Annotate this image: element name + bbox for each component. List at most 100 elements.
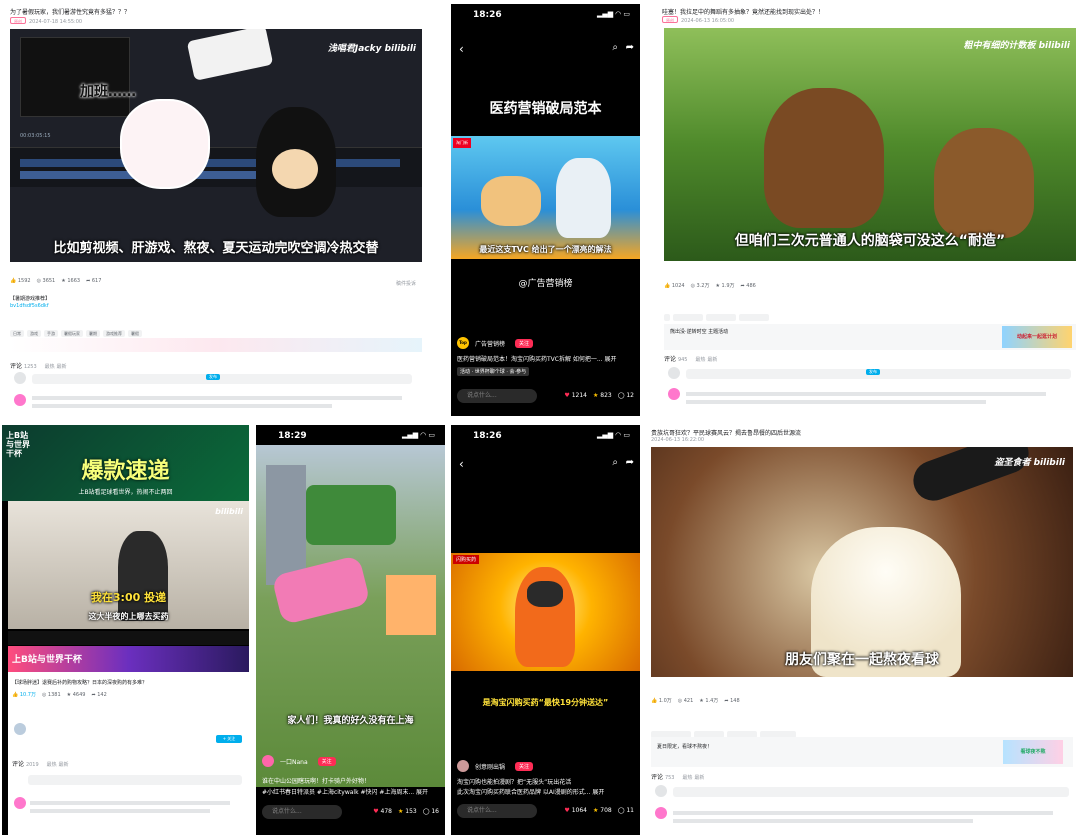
- send-button[interactable]: 发布: [206, 374, 220, 380]
- like-button[interactable]: ♥ 478: [373, 808, 392, 815]
- sort-hot[interactable]: 最热: [47, 762, 57, 768]
- comment-text: [686, 392, 1046, 396]
- comment-button[interactable]: ◯ 16: [423, 808, 439, 815]
- follow-button[interactable]: 关注: [515, 338, 534, 348]
- avatar: [668, 367, 680, 379]
- report-link[interactable]: 稿件投诉: [396, 280, 416, 287]
- tag[interactable]: 暑假玩家: [61, 330, 83, 337]
- back-icon[interactable]: ‹: [459, 42, 464, 56]
- commenter-avatar: [668, 388, 680, 400]
- tag[interactable]: 暑期: [86, 330, 100, 337]
- coin-button[interactable]: ◎ 3.2万: [691, 282, 710, 289]
- comment-input[interactable]: [673, 787, 1069, 797]
- back-icon[interactable]: ‹: [459, 457, 464, 471]
- uploader-avatar[interactable]: [14, 723, 26, 735]
- tag[interactable]: 暑假: [128, 330, 142, 337]
- video-frame[interactable]: 淘门新 最近这支TVC 给出了一个漂亮的解法: [451, 136, 640, 259]
- video-meta: 2024-06-13 16:22:00: [651, 437, 705, 443]
- tag[interactable]: 日常: [10, 330, 24, 337]
- tag[interactable]: 游戏: [27, 330, 41, 337]
- follow-button[interactable]: 关注: [515, 761, 534, 771]
- video-frame[interactable]: 闪购买药: [451, 553, 640, 671]
- bear-sticker: [120, 99, 210, 189]
- share-button[interactable]: ➦ 148: [724, 698, 739, 704]
- commenter-avatar: [655, 807, 667, 819]
- description-link[interactable]: bv1dfsdf5s6dkf: [10, 303, 49, 309]
- share-button[interactable]: ➦ 486: [741, 283, 756, 289]
- comment-input[interactable]: [28, 775, 242, 785]
- sort-new[interactable]: 最新: [57, 364, 67, 370]
- coin-button[interactable]: ◎ 3651: [37, 278, 56, 284]
- commenter-avatar: [14, 797, 26, 809]
- action-bar: 👍 10.7万 ◎ 1381 ★ 4649 ➦ 142: [12, 691, 107, 699]
- bear-character: [764, 88, 884, 228]
- favorite-button[interactable]: ★ 1.4万: [699, 697, 718, 704]
- comment-button[interactable]: ◯ 12: [618, 392, 634, 399]
- comment-input[interactable]: [32, 374, 412, 384]
- sort-new[interactable]: 最新: [694, 775, 704, 781]
- video-player[interactable]: 粗中有细的计数板 bilibili 但咱们三次元普通人的脑袋可没这么“耐造”: [664, 28, 1076, 261]
- coin-button[interactable]: ◎ 1381: [42, 692, 61, 698]
- event-strip[interactable]: 上B站与世界干杯: [8, 646, 249, 672]
- follow-button[interactable]: 关注: [317, 756, 336, 766]
- comment-input[interactable]: 说点什么...: [457, 804, 537, 818]
- share-button[interactable]: ➦ 617: [86, 278, 101, 284]
- action-bar: 👍 1.0万 ◎ 421 ★ 1.4万 ➦ 148: [651, 697, 740, 705]
- follow-button[interactable]: + 关注: [216, 735, 242, 743]
- sort-new[interactable]: 最新: [59, 762, 69, 768]
- like-button[interactable]: ♥ 1064: [564, 807, 587, 814]
- panel-xiaohongshu-phone: 18:29 ▂▄▆ ◠ ▭ 家人们！我真的好久没有在上海 一口Nana 关注 谁在…: [256, 425, 445, 835]
- comment-input[interactable]: 说点什么...: [457, 389, 537, 403]
- author-name[interactable]: 广告营销榜: [475, 339, 505, 348]
- tag[interactable]: [664, 314, 670, 321]
- tag[interactable]: [739, 314, 769, 321]
- ad-strip[interactable]: [10, 338, 422, 352]
- star-button[interactable]: ★ 823: [593, 392, 612, 399]
- star-button[interactable]: ★ 708: [593, 807, 612, 814]
- video-frame[interactable]: 家人们！我真的好久没有在上海: [256, 445, 445, 787]
- danmaku-bar[interactable]: [8, 631, 249, 645]
- like-button[interactable]: 👍 10.7万: [12, 691, 36, 698]
- send-button[interactable]: 发布: [866, 369, 880, 375]
- favorite-button[interactable]: ★ 4649: [67, 692, 86, 698]
- ad-card[interactable]: 夏日限定，看球不熬夜！ 看球夜不熬: [651, 737, 1073, 767]
- watermark: 粗中有细的计数板 bilibili: [963, 41, 1070, 51]
- sort-hot[interactable]: 最热: [45, 364, 55, 370]
- like-button[interactable]: 👍 1.0万: [651, 697, 672, 704]
- video-player[interactable]: 盗圣食者 bilibili 朋友们聚在一起熬夜看球: [651, 447, 1073, 677]
- tag[interactable]: [706, 314, 736, 321]
- sort-hot[interactable]: 最热: [682, 775, 692, 781]
- search-icon[interactable]: ⌕: [612, 42, 618, 53]
- video-player[interactable]: 00:03:05:15 加班…… 浅唱君Jacky bilibili 比如剪视频…: [10, 29, 422, 262]
- share-icon[interactable]: ➦: [626, 42, 634, 53]
- star-button[interactable]: ★ 153: [398, 808, 417, 815]
- share-icon[interactable]: ➦: [626, 457, 634, 468]
- like-button[interactable]: 👍 1024: [664, 283, 685, 289]
- video-player[interactable]: bilibili 我在3:00 投递 这大半夜的上哪去买药: [8, 501, 249, 629]
- author-name[interactable]: 创意刚出锅: [475, 762, 505, 771]
- tag[interactable]: 游戏推荐: [103, 330, 125, 337]
- post-topics[interactable]: #小红书春日特派员 #上海citywalk #快闪 #上海周末... 展开: [262, 787, 439, 796]
- like-button[interactable]: ♥ 1214: [564, 392, 587, 399]
- ad-title: 夏日限定，看球不熬夜！: [657, 744, 713, 750]
- tag[interactable]: 手游: [44, 330, 58, 337]
- comment-header: 评论 945 最热 最新: [664, 356, 718, 363]
- author-name[interactable]: 一口Nana: [280, 757, 308, 766]
- comment-input[interactable]: 说点什么...: [262, 805, 342, 819]
- ad-card[interactable]: 熊出没·逆转时空 主题活动 动起来一起逛计划: [664, 324, 1076, 350]
- coin-button[interactable]: ◎ 421: [678, 698, 694, 704]
- share-button[interactable]: ➦ 142: [91, 692, 106, 698]
- search-icon[interactable]: ⌕: [612, 457, 618, 468]
- sort-new[interactable]: 最新: [707, 357, 717, 363]
- author-avatar[interactable]: [457, 760, 469, 772]
- favorite-button[interactable]: ★ 1.9万: [715, 282, 734, 289]
- topic-chip[interactable]: 活动 · 世界杯聊个球 · 会·参与: [457, 367, 530, 376]
- favorite-button[interactable]: ★ 1663: [61, 278, 80, 284]
- author-avatar[interactable]: [262, 755, 274, 767]
- tag[interactable]: [673, 314, 703, 321]
- banner-subtitle: 上B站看足球看世界，热闹不止两回: [78, 489, 173, 496]
- sort-hot[interactable]: 最热: [695, 357, 705, 363]
- comment-button[interactable]: ◯ 11: [618, 807, 634, 814]
- comment-header: 评论 1253 最热 最新: [10, 363, 67, 370]
- like-button[interactable]: 👍 1592: [10, 278, 31, 284]
